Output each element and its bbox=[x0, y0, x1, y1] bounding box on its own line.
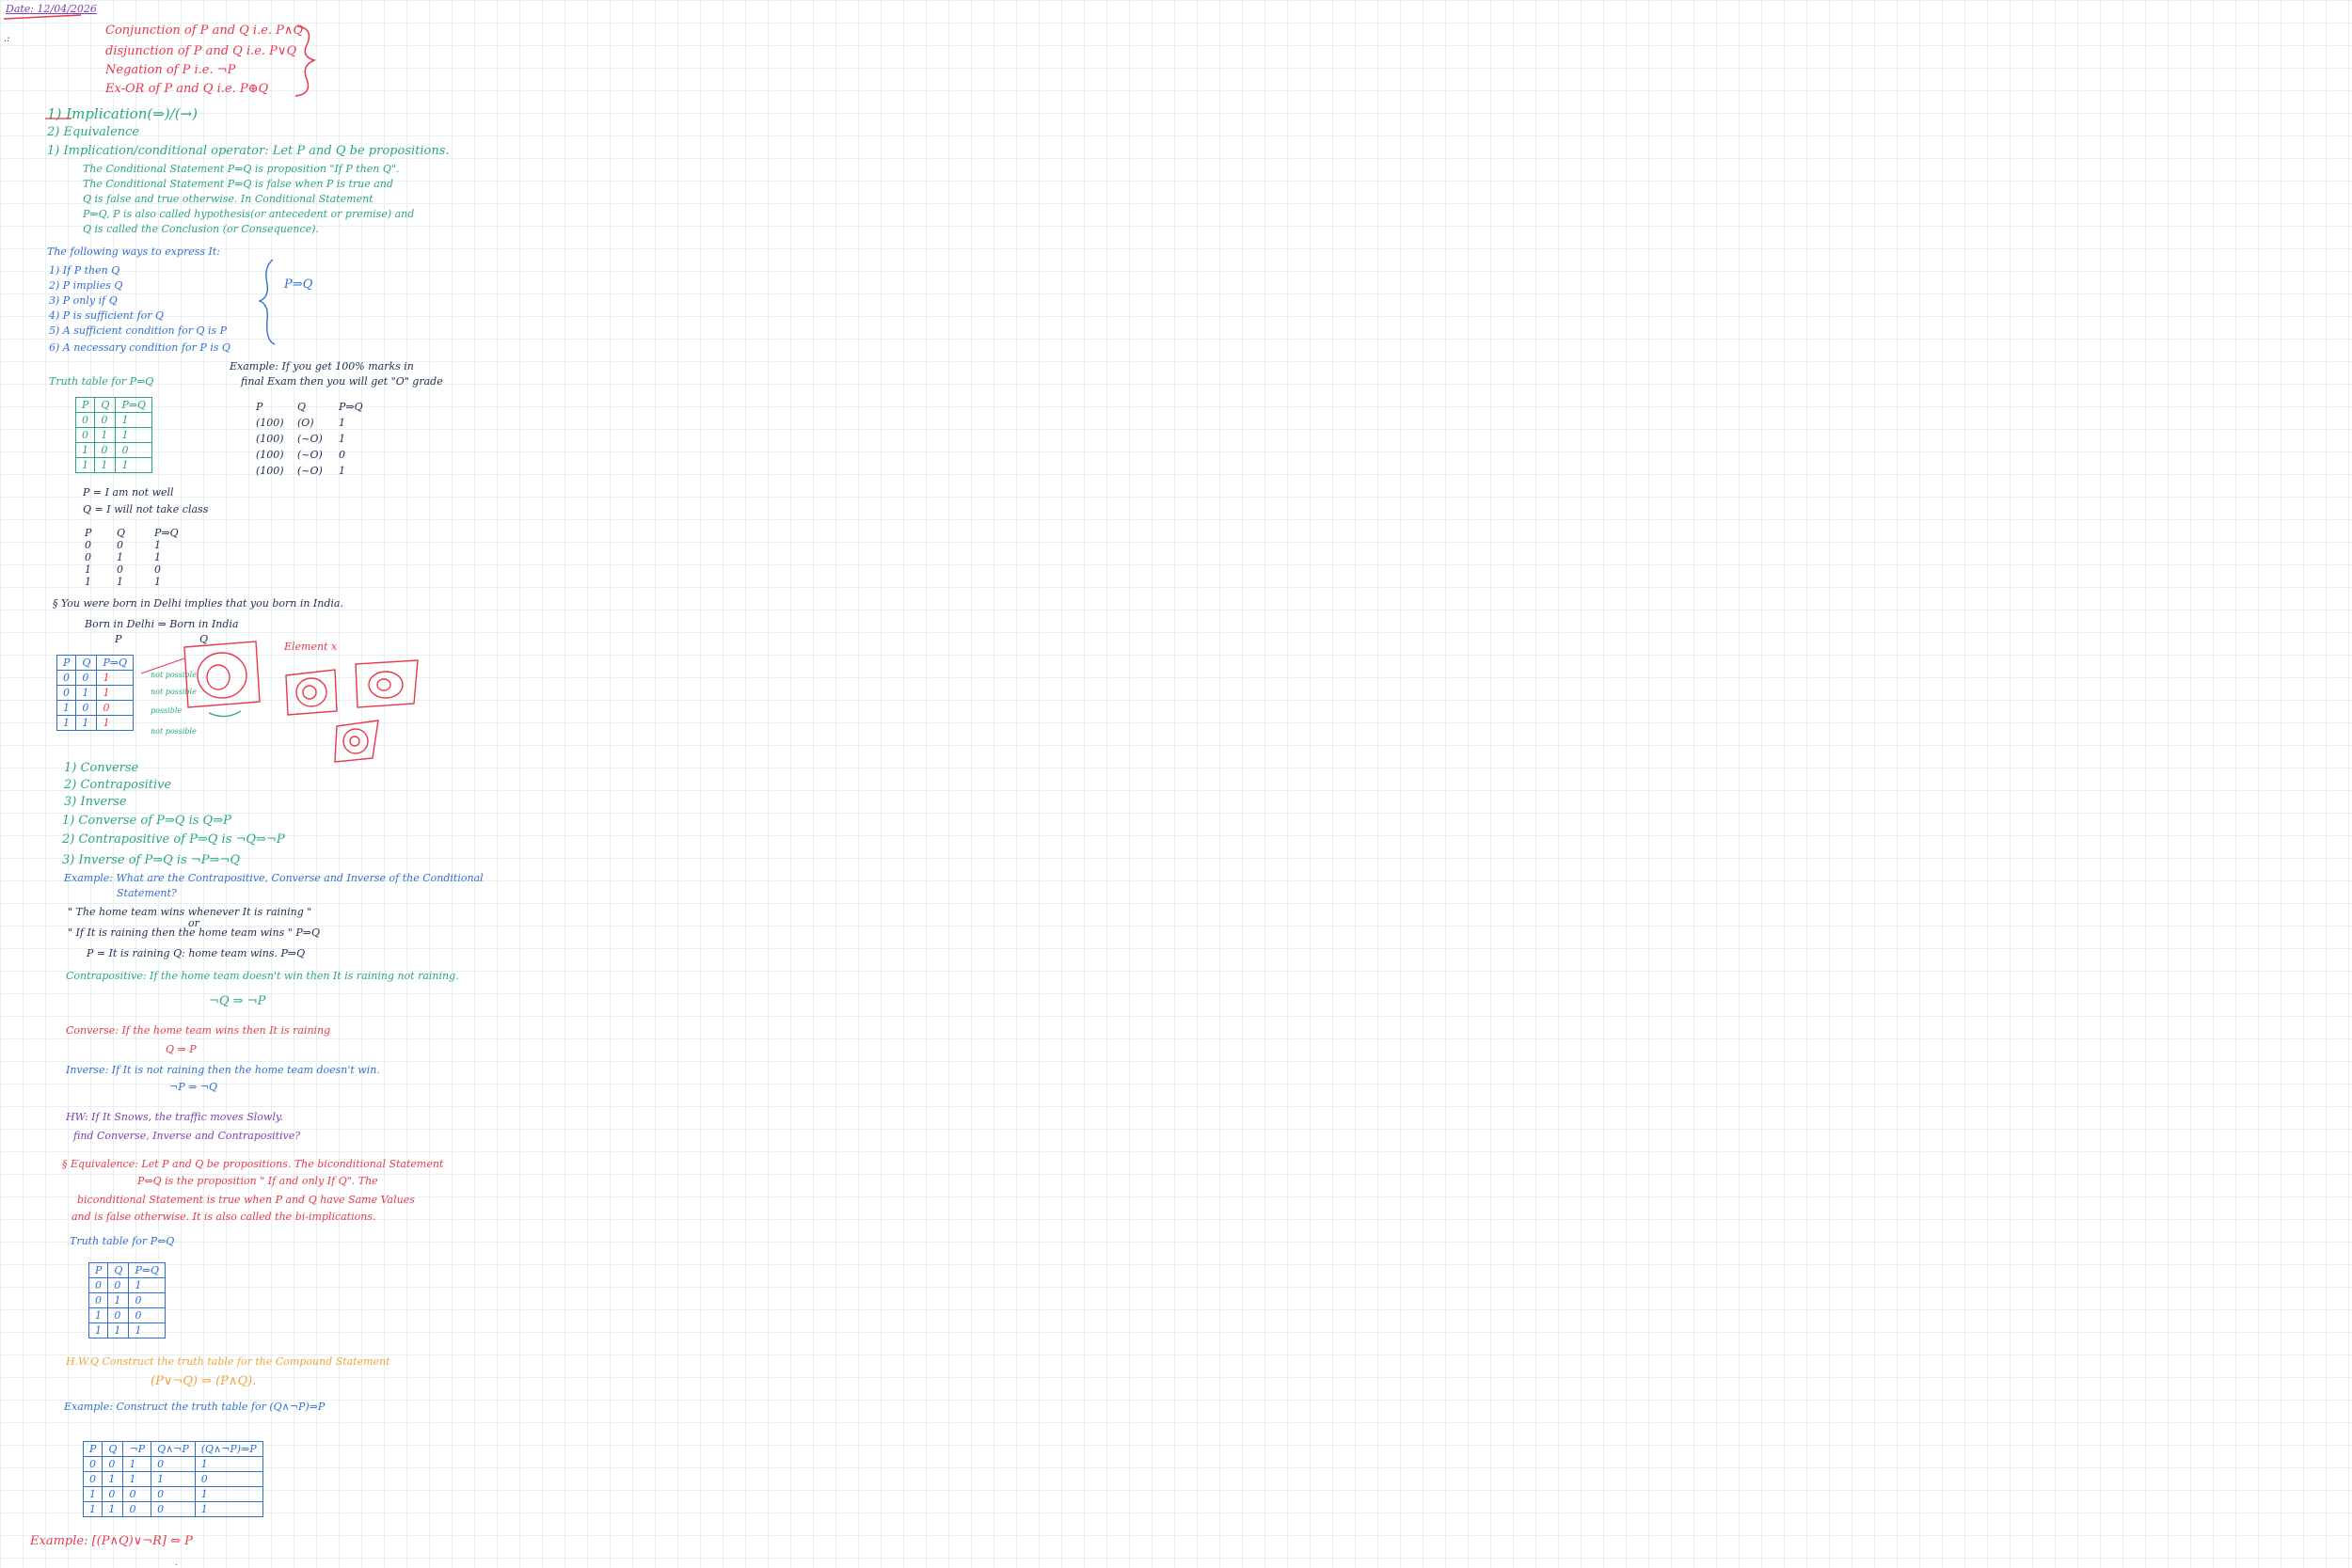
svg-text:.: . bbox=[175, 1559, 178, 1567]
venn-circle-p bbox=[206, 664, 230, 690]
venn-diagrams bbox=[183, 641, 419, 763]
svg-text:.:: .: bbox=[4, 34, 10, 44]
venn-circle-q bbox=[197, 652, 247, 699]
handwritten-annotations: .: . bbox=[3, 14, 419, 1567]
brace-icon bbox=[294, 25, 317, 97]
venn-box bbox=[334, 720, 379, 763]
brace-icon bbox=[258, 259, 276, 345]
check-mark-icon bbox=[208, 710, 242, 718]
date-underline bbox=[3, 14, 82, 20]
venn-box bbox=[355, 659, 419, 708]
venn-box bbox=[285, 669, 338, 716]
